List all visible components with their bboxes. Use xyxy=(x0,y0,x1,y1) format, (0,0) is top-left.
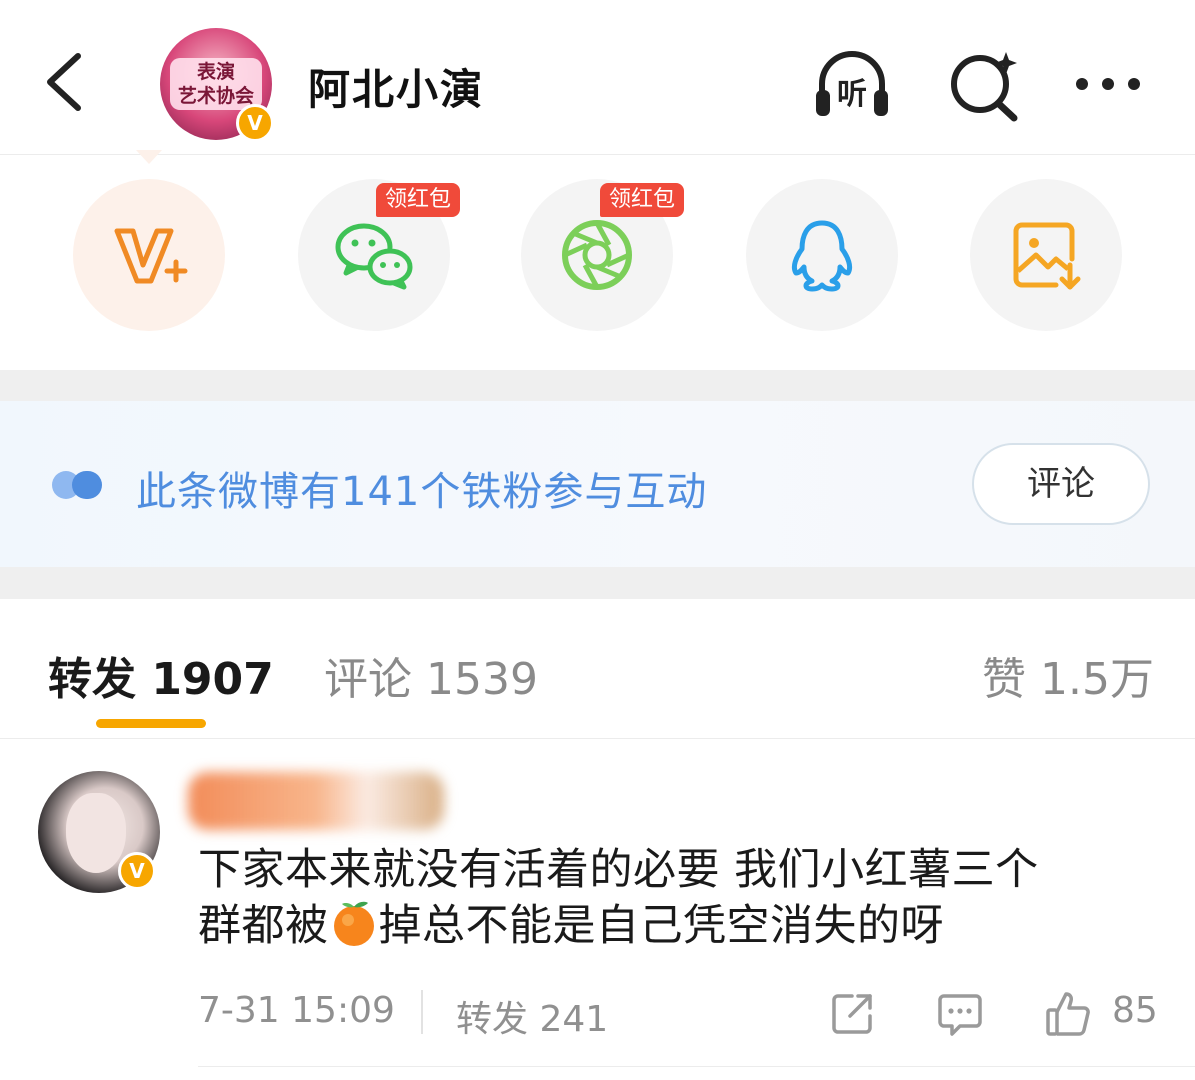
fans-interaction-text: 此条微博有141个铁粉参与互动 xyxy=(136,469,708,515)
repost-count[interactable]: 转发 241 xyxy=(456,990,608,1042)
image-download-icon xyxy=(1013,222,1081,290)
tab-like[interactable]: 赞 1.5万 xyxy=(982,643,1154,707)
vplus-icon xyxy=(114,228,188,284)
search-icon[interactable] xyxy=(944,44,1024,124)
qq-penguin-icon xyxy=(791,220,853,292)
repost-text: 下家本来就没有活着的必要 我们小红薯三个 群都被 掉总不能是自己凭空消失的呀 xyxy=(198,845,1039,951)
like-count: 85 xyxy=(1112,990,1158,1031)
moments-shutter-icon xyxy=(562,220,632,290)
more-options-icon[interactable] xyxy=(1068,44,1148,124)
share-options-row: 领红包 领红包 xyxy=(0,165,1195,370)
popup-pointer xyxy=(136,150,162,164)
tab-comment[interactable]: 评论 1539 xyxy=(324,643,538,707)
interaction-tabs: 转发 1907 评论 1539 赞 1.5万 xyxy=(0,599,1195,739)
save-image-button[interactable] xyxy=(970,179,1122,331)
share-qq-button[interactable] xyxy=(746,179,898,331)
comment-bubble-icon[interactable] xyxy=(936,990,984,1038)
username-redacted[interactable] xyxy=(188,772,444,830)
fans-interaction-bar: 此条微博有141个铁粉参与互动 评论 xyxy=(0,401,1195,567)
verified-badge-icon: V xyxy=(118,852,156,890)
share-icon[interactable] xyxy=(828,990,876,1038)
section-divider xyxy=(0,370,1195,401)
like-thumb-icon[interactable] xyxy=(1044,990,1092,1038)
page-title: 阿北小演 xyxy=(308,65,485,114)
listen-headphone-icon[interactable]: 听 xyxy=(812,44,892,124)
avatar-face xyxy=(66,793,126,873)
orange-emoji-icon xyxy=(333,901,374,946)
red-packet-badge: 领红包 xyxy=(600,183,685,217)
avatar-logo-text: 表演 艺术协会 xyxy=(170,58,262,110)
tab-repost[interactable]: 转发 1907 xyxy=(48,643,274,707)
red-packet-badge: 领红包 xyxy=(376,183,461,217)
fans-comment-button[interactable]: 评论 xyxy=(972,443,1150,525)
share-vplus-button[interactable] xyxy=(73,179,225,331)
fans-badge-icon xyxy=(52,471,102,499)
verified-badge-icon: V xyxy=(236,104,274,142)
post-time: 7-31 15:09 xyxy=(198,990,395,1031)
section-divider xyxy=(0,567,1195,599)
top-nav-bar: 表演 艺术协会 V 阿北小演 听 xyxy=(0,0,1195,155)
active-tab-indicator xyxy=(96,719,206,728)
back-arrow-icon[interactable] xyxy=(36,50,96,114)
wechat-icon xyxy=(335,223,413,290)
svg-text:听: 听 xyxy=(837,77,867,112)
meta-separator xyxy=(421,990,423,1034)
item-divider xyxy=(198,1066,1195,1067)
